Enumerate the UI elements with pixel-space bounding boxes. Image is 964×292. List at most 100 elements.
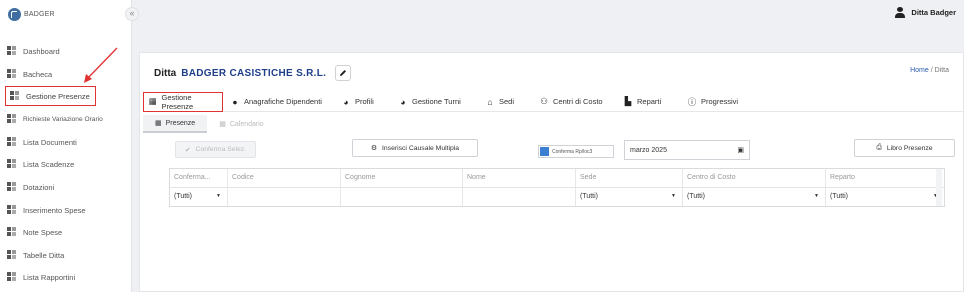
grid-filter-row: (Tutti)▼ (Tutti)▼ (Tutti)▼ (Tutti)▼ bbox=[170, 188, 944, 206]
sidebar-item-dashboard[interactable]: Dashboard bbox=[7, 43, 127, 59]
grid-icon bbox=[7, 250, 17, 260]
info-icon: ⓘ bbox=[687, 96, 697, 107]
filter-value: (Tutti) bbox=[580, 193, 599, 200]
tab-label: Anagrafiche Dipendenti bbox=[244, 97, 322, 106]
column-header[interactable]: Sede bbox=[576, 169, 683, 187]
sidebar-collapse-button[interactable]: « bbox=[125, 7, 139, 21]
check-icon: ✔ bbox=[184, 146, 191, 154]
confirm-toggle[interactable]: Conferma Rp/loc3 bbox=[538, 145, 614, 158]
tab-profili[interactable]: ◕ Profili bbox=[337, 92, 394, 112]
sidebar-item-bacheca[interactable]: Bacheca bbox=[7, 66, 127, 82]
sidebar-item-richieste-variazione-orario[interactable]: Richieste Variazione Orario bbox=[7, 111, 127, 127]
multi-cause-button[interactable]: ⚙ Inserisci Causale Multipla bbox=[352, 139, 478, 157]
sidebar-item-lista-scadenze[interactable]: Lista Scadenze bbox=[7, 156, 127, 172]
tab-label: Sedi bbox=[499, 97, 515, 106]
printer-icon: ⎙ bbox=[876, 144, 882, 151]
tab-anagrafiche-dipendenti[interactable]: ● Anagrafiche Dipendenti bbox=[226, 92, 337, 112]
grid-icon bbox=[7, 137, 17, 147]
grid-icon bbox=[7, 69, 17, 79]
column-header[interactable]: Codice bbox=[228, 169, 341, 187]
sidebar-item-label: Dotazioni bbox=[23, 182, 55, 192]
badger-logo-icon bbox=[8, 7, 21, 21]
sidebar-item-label: Lista Documenti bbox=[23, 137, 77, 147]
button-label: Libro Presenze bbox=[886, 144, 933, 152]
tab-gestione-presenze[interactable]: ▦ Gestione Presenze bbox=[143, 91, 223, 112]
column-header[interactable]: Cognome bbox=[341, 169, 463, 187]
sidebar-item-label: Inserimento Spese bbox=[23, 205, 86, 215]
column-header[interactable]: Centro di Costo bbox=[683, 169, 826, 187]
user-menu[interactable]: Ditta Badger bbox=[895, 7, 956, 18]
sidebar-item-label: Lista Rapportini bbox=[23, 272, 76, 282]
subtab-label: Calendario bbox=[229, 120, 264, 128]
gear-icon: ⚙ bbox=[370, 145, 378, 152]
month-picker[interactable]: marzo 2025 ▣ bbox=[624, 140, 750, 160]
user-icon bbox=[895, 7, 906, 18]
page-title: Ditta BADGER CASISTICHE S.R.L. bbox=[154, 65, 352, 81]
column-header[interactable]: Reparto bbox=[826, 169, 944, 187]
sidebar-item-gestione-presenze[interactable]: Gestione Presenze bbox=[5, 86, 96, 106]
user-name: Ditta Badger bbox=[911, 8, 956, 17]
person-gear-icon: ◕ bbox=[400, 96, 406, 107]
filter-value: (Tutti) bbox=[830, 193, 849, 200]
month-value: marzo 2025 bbox=[630, 146, 667, 154]
sidebar-item-tabelle-ditta[interactable]: Tabelle Ditta bbox=[7, 247, 127, 263]
sidebar: BADGER Dashboard Bacheca Gestione Presen… bbox=[0, 0, 132, 292]
brand[interactable]: BADGER bbox=[8, 7, 55, 21]
subtab-calendario[interactable]: ▦ Calendario bbox=[207, 115, 275, 133]
company-name: BADGER CASISTICHE S.R.L. bbox=[181, 67, 327, 79]
sidebar-item-label: Gestione Presenze bbox=[26, 91, 90, 101]
filter-value: (Tutti) bbox=[174, 193, 193, 200]
filter-codice[interactable] bbox=[228, 188, 341, 206]
grid-icon bbox=[7, 182, 17, 192]
tab-label: Profili bbox=[355, 97, 374, 106]
filter-conferma[interactable]: (Tutti) ▼ bbox=[170, 188, 228, 206]
calendar-icon[interactable]: ▣ bbox=[737, 146, 744, 154]
tab-label: Progressivi bbox=[701, 97, 739, 106]
filter-cognome[interactable] bbox=[341, 188, 463, 206]
sidebar-item-lista-rapportini[interactable]: Lista Rapportini bbox=[7, 269, 127, 285]
tab-label: Reparti bbox=[637, 97, 662, 106]
filter-centro-di-costo[interactable]: (Tutti) ▼ bbox=[683, 188, 826, 206]
sidebar-item-label: Richieste Variazione Orario bbox=[23, 115, 103, 123]
tab-centri-di-costo[interactable]: ⚇ Centri di Costo bbox=[535, 92, 619, 112]
tab-gestione-turni[interactable]: ◕ Gestione Turni bbox=[394, 92, 481, 112]
breadcrumb: Home / Ditta bbox=[910, 67, 949, 74]
button-label: Conferma Selez. bbox=[195, 146, 247, 153]
network-icon: ⚇ bbox=[540, 96, 548, 106]
libro-presenze-button[interactable]: ⎙ Libro Presenze bbox=[854, 139, 955, 157]
column-header[interactable]: Nome bbox=[463, 169, 576, 187]
edit-company-button[interactable] bbox=[335, 65, 352, 81]
title-prefix: Ditta bbox=[154, 67, 177, 79]
sidebar-item-inserimento-spese[interactable]: Inserimento Spese bbox=[7, 202, 127, 218]
calendar-icon: ▦ bbox=[219, 121, 226, 128]
sidebar-item-label: Note Spese bbox=[23, 227, 63, 237]
breadcrumb-home-link[interactable]: Home bbox=[910, 67, 929, 74]
sidebar-item-note-spese[interactable]: Note Spese bbox=[7, 224, 127, 240]
filter-nome[interactable] bbox=[463, 188, 576, 206]
calendar-icon: ▦ bbox=[148, 96, 157, 106]
tab-label: Centri di Costo bbox=[553, 97, 603, 106]
sidebar-item-label: Dashboard bbox=[23, 46, 60, 56]
filter-reparto[interactable]: (Tutti)▼ bbox=[826, 188, 944, 206]
grid-icon bbox=[7, 159, 17, 169]
grid-scrollbar[interactable] bbox=[936, 169, 942, 206]
grid-header-row: Conferma... Codice Cognome Nome Sede Cen… bbox=[170, 169, 944, 188]
tab-reparti[interactable]: ▙ Reparti bbox=[619, 92, 683, 112]
person-gear-icon: ◕ bbox=[343, 96, 349, 107]
chevron-down-icon: ▼ bbox=[216, 193, 221, 199]
grid-icon bbox=[10, 91, 20, 101]
sidebar-item-lista-documenti[interactable]: Lista Documenti bbox=[7, 134, 127, 150]
sub-tabs: ▦ Presenze ▦ Calendario bbox=[143, 115, 276, 133]
person-icon: ● bbox=[232, 96, 238, 107]
main-tabs: ▦ Gestione Presenze ● Anagrafiche Dipend… bbox=[143, 91, 963, 112]
tab-progressivi[interactable]: ⓘ Progressivi bbox=[683, 92, 753, 112]
column-header[interactable]: Conferma... bbox=[170, 169, 228, 187]
tab-sedi[interactable]: ⌂ Sedi bbox=[481, 92, 535, 112]
presence-grid: Conferma... Codice Cognome Nome Sede Cen… bbox=[169, 168, 945, 207]
confirm-selection-button[interactable]: ✔ Conferma Selez. bbox=[175, 141, 256, 158]
grid-icon bbox=[7, 272, 17, 282]
breadcrumb-current: Ditta bbox=[934, 67, 949, 74]
sidebar-item-dotazioni[interactable]: Dotazioni bbox=[7, 179, 127, 195]
subtab-presenze[interactable]: ▦ Presenze bbox=[143, 115, 208, 133]
filter-sede[interactable]: (Tutti) ▼ bbox=[576, 188, 683, 206]
